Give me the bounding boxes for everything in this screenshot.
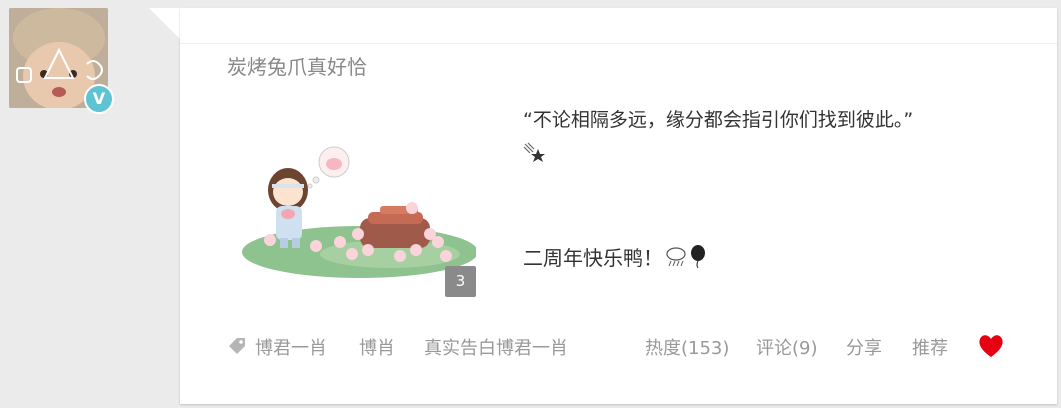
card-top-divider [180,43,1057,44]
post-anniversary-line: 二周年快乐鸭！ [523,242,707,271]
hot-count-button[interactable]: 热度(153) [645,334,729,360]
tag-icon [229,338,245,354]
balloon-icon [691,244,705,268]
recommend-button[interactable]: 推荐 [912,334,948,360]
card-pointer [149,8,181,40]
falling-star-icon [523,142,545,162]
comment-button[interactable]: 评论(9) [756,334,818,360]
image-count-badge[interactable]: 3 [445,266,476,297]
rain-cloud-icon [666,246,686,266]
post-author-name[interactable]: 炭烤兔爪真好恰 [227,51,367,80]
anniversary-text: 二周年快乐鸭！ [523,246,663,270]
post-quote-text: “不论相隔多远，缘分都会指引你们找到彼此。” [523,109,914,131]
tag-bojunyixiao[interactable]: 博君一肖 [255,334,327,360]
like-heart-icon[interactable] [977,332,1005,360]
share-button[interactable]: 分享 [846,334,882,360]
tag-boxiao[interactable]: 博肖 [359,334,395,360]
post-card: 炭烤兔爪真好恰 3 “不论相隔多远，缘分都会指引你们找到彼此。” 二周年快乐鸭！… [180,8,1057,404]
post-footer: 博君一肖 博肖 真实告白博君一肖 热度(153) 评论(9) 分享 推荐 [227,332,1017,360]
tag-zhenshi-gaobai[interactable]: 真实告白博君一肖 [424,334,568,360]
post-image[interactable] [240,142,476,282]
verified-badge: V [84,84,114,114]
